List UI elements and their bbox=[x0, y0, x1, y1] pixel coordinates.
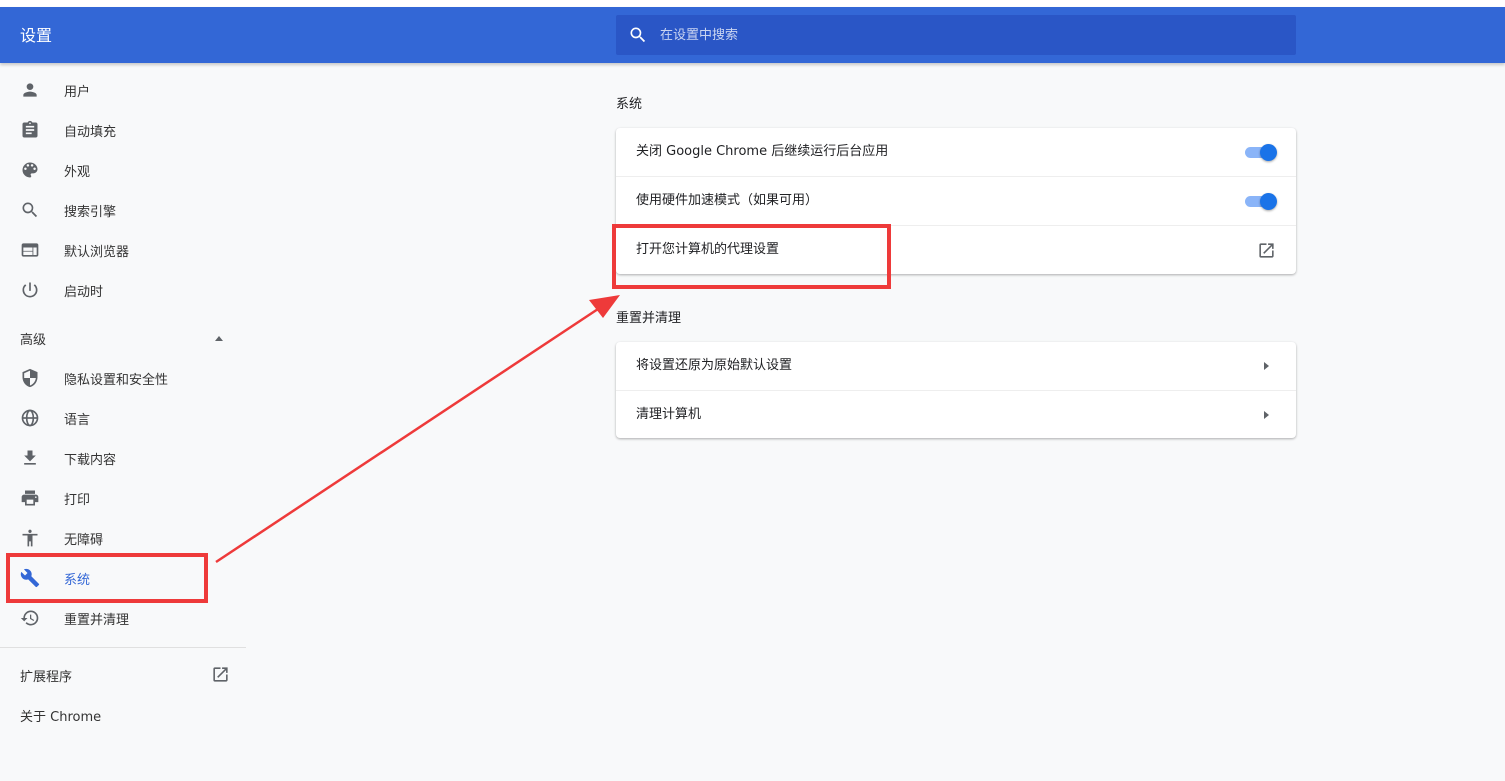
sidebar-item-label: 外观 bbox=[64, 164, 91, 180]
restore-defaults-row[interactable]: 将设置还原为原始默认设置 bbox=[616, 342, 1296, 391]
row-label: 清理计算机 bbox=[636, 407, 702, 422]
toggle-knob bbox=[1260, 144, 1277, 161]
sidebar-item-about[interactable]: 关于 Chrome bbox=[0, 697, 246, 733]
sidebar-item-label: 系统 bbox=[64, 572, 91, 588]
sidebar-item-label: 语言 bbox=[64, 412, 91, 428]
power-icon bbox=[22, 282, 38, 298]
sidebar-item-label: 搜索引擎 bbox=[64, 204, 117, 220]
shield-icon bbox=[22, 368, 38, 388]
sidebar-item-label: 默认浏览器 bbox=[64, 244, 130, 260]
search-icon bbox=[630, 27, 646, 43]
advanced-toggle[interactable]: 高级 bbox=[0, 320, 246, 356]
hardware-acceleration-toggle[interactable] bbox=[1245, 193, 1277, 210]
browser-window-icon bbox=[21, 243, 39, 257]
sidebar-item-label: 打印 bbox=[64, 492, 91, 508]
advanced-label: 高级 bbox=[20, 332, 47, 348]
hardware-acceleration-row[interactable]: 使用硬件加速模式（如果可用） bbox=[616, 176, 1296, 225]
sidebar-item-search-engine[interactable]: 搜索引擎 bbox=[0, 192, 246, 228]
section-title-system: 系统 bbox=[616, 97, 643, 112]
open-in-new-icon bbox=[1259, 243, 1274, 258]
row-label: 使用硬件加速模式（如果可用） bbox=[636, 193, 819, 208]
sidebar-divider bbox=[0, 647, 246, 648]
search-input[interactable] bbox=[660, 15, 1280, 55]
row-label: 打开您计算机的代理设置 bbox=[636, 242, 780, 257]
reset-card: 将设置还原为原始默认设置 清理计算机 bbox=[616, 342, 1296, 438]
sidebar-item-languages[interactable]: 语言 bbox=[0, 400, 246, 436]
accessibility-icon bbox=[22, 529, 38, 547]
chevron-right-icon bbox=[1264, 411, 1269, 419]
wrench-icon bbox=[20, 568, 40, 588]
section-title-reset: 重置并清理 bbox=[616, 311, 682, 326]
sidebar-item-accessibility[interactable]: 无障碍 bbox=[0, 520, 246, 556]
sidebar-item-label: 无障碍 bbox=[64, 532, 104, 548]
extensions-link: 扩展程序 bbox=[20, 669, 73, 685]
system-card: 关闭 Google Chrome 后继续运行后台应用 使用硬件加速模式（如果可用… bbox=[616, 128, 1296, 274]
clipboard-icon bbox=[22, 120, 38, 138]
top-edge bbox=[0, 0, 1505, 7]
page-title: 设置 bbox=[20, 26, 53, 45]
toggle-knob bbox=[1260, 193, 1277, 210]
app-header: 设置 bbox=[0, 7, 1505, 63]
proxy-settings-row[interactable]: 打开您计算机的代理设置 bbox=[616, 225, 1296, 274]
clean-up-computer-row[interactable]: 清理计算机 bbox=[616, 390, 1296, 439]
about-chrome-link: 关于 Chrome bbox=[20, 709, 102, 725]
palette-icon bbox=[22, 162, 38, 178]
search-icon bbox=[22, 202, 38, 218]
row-label: 将设置还原为原始默认设置 bbox=[636, 358, 793, 373]
caret-up-icon bbox=[215, 335, 223, 341]
chevron-right-icon bbox=[1264, 362, 1269, 370]
sidebar-item-label: 下载内容 bbox=[64, 452, 117, 468]
sidebar: 用户 自动填充 外观 搜索引擎 默认浏览器 启动时 高级 隐私设置和安全性 语言… bbox=[0, 63, 246, 781]
download-icon bbox=[24, 450, 36, 465]
sidebar-item-label: 启动时 bbox=[64, 284, 104, 300]
open-in-new-icon bbox=[213, 667, 228, 682]
sidebar-item-privacy[interactable]: 隐私设置和安全性 bbox=[0, 360, 246, 396]
sidebar-item-reset[interactable]: 重置并清理 bbox=[0, 600, 246, 636]
restore-icon bbox=[20, 610, 39, 626]
search-box[interactable] bbox=[616, 15, 1296, 55]
sidebar-item-label: 自动填充 bbox=[64, 124, 117, 140]
sidebar-item-downloads[interactable]: 下载内容 bbox=[0, 440, 246, 476]
sidebar-item-extensions[interactable]: 扩展程序 bbox=[0, 657, 246, 693]
sidebar-item-people[interactable]: 用户 bbox=[0, 72, 246, 108]
row-label: 关闭 Google Chrome 后继续运行后台应用 bbox=[636, 144, 889, 159]
sidebar-item-autofill[interactable]: 自动填充 bbox=[0, 112, 246, 148]
sidebar-item-printing[interactable]: 打印 bbox=[0, 480, 246, 516]
sidebar-item-label: 用户 bbox=[64, 84, 91, 100]
printer-icon bbox=[21, 490, 39, 506]
sidebar-item-default-browser[interactable]: 默认浏览器 bbox=[0, 232, 246, 268]
background-apps-toggle[interactable] bbox=[1245, 144, 1277, 161]
sidebar-item-label: 隐私设置和安全性 bbox=[64, 372, 169, 388]
sidebar-item-label: 重置并清理 bbox=[64, 612, 130, 628]
background-apps-row[interactable]: 关闭 Google Chrome 后继续运行后台应用 bbox=[616, 128, 1296, 177]
sidebar-item-system[interactable]: 系统 bbox=[0, 560, 246, 596]
globe-icon bbox=[21, 409, 39, 427]
sidebar-item-on-startup[interactable]: 启动时 bbox=[0, 272, 246, 308]
sidebar-item-appearance[interactable]: 外观 bbox=[0, 152, 246, 188]
person-icon bbox=[23, 83, 37, 97]
